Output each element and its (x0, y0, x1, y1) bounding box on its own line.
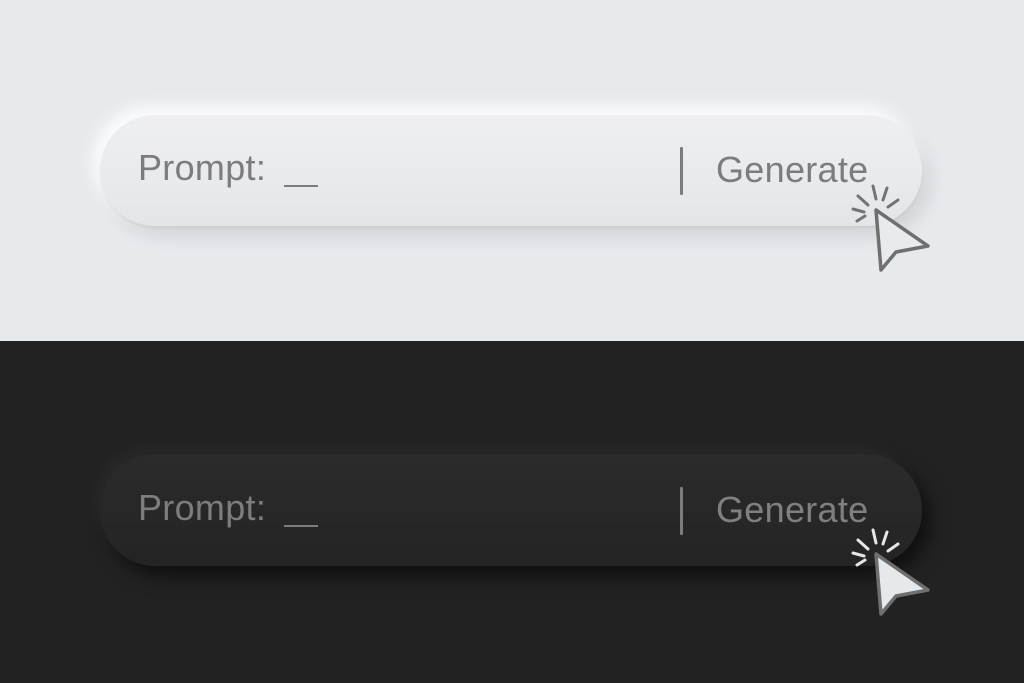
cursor-arrow-icon (851, 184, 930, 272)
prompt-bar[interactable]: Prompt: Generate (100, 455, 922, 566)
prompt-bar[interactable]: Prompt: Generate (100, 115, 922, 226)
divider (680, 147, 683, 195)
light-theme-panel: Prompt: Generate (0, 0, 1024, 341)
prompt-label: Prompt: (138, 147, 267, 188)
dark-theme-panel: Prompt: Generate (0, 341, 1024, 683)
divider (680, 487, 683, 535)
prompt-input-caret[interactable] (284, 185, 318, 187)
prompt-input-caret[interactable] (284, 525, 318, 527)
cursor-arrow-icon (851, 528, 930, 616)
prompt-label: Prompt: (138, 487, 267, 528)
